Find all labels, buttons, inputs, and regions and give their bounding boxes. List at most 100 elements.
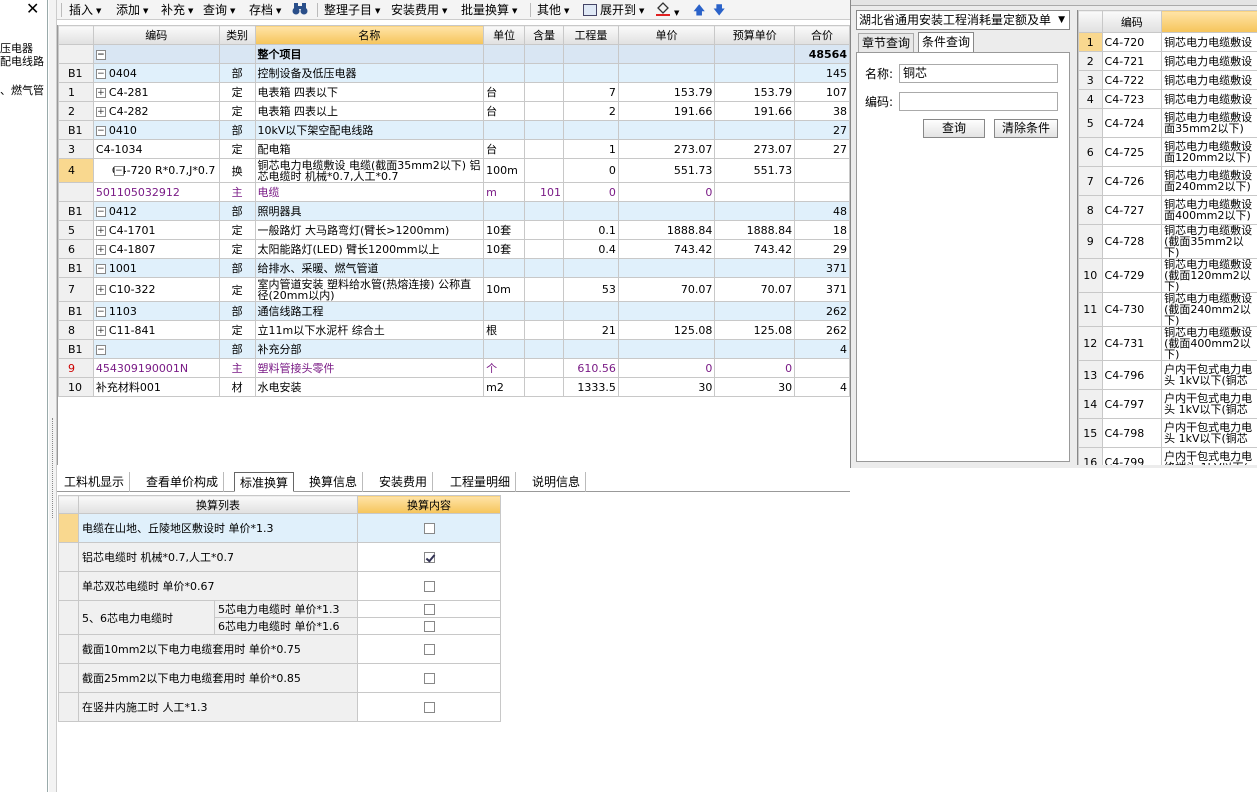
header-quota-name[interactable]: [1161, 10, 1257, 33]
table-row[interactable]: 3 C4-1034 定配电箱台 1 273.07 273.07 27: [58, 139, 850, 159]
quota-row[interactable]: 3 C4-722 铜芯电力电缆敷设: [1078, 70, 1257, 90]
table-row[interactable]: 8 + C11-841 定立11m以下水泥杆 综合土根 21 125.08 125.0…: [58, 320, 850, 340]
quota-library-select[interactable]: 湖北省通用安装工程消耗量定额及单 ▼: [856, 10, 1070, 30]
table-row-total[interactable]: − 整个项目 48564: [58, 44, 850, 64]
conversion-row[interactable]: 截面25mm2以下电力电缆套用时 单价*0.85: [58, 663, 501, 693]
collapse-icon[interactable]: −: [113, 166, 124, 176]
collapse-icon[interactable]: −: [95, 263, 106, 274]
other-button[interactable]: 其他 ▼: [537, 2, 569, 18]
tab-labor-material[interactable]: 工料机显示: [59, 472, 131, 492]
binoculars-icon[interactable]: [292, 2, 308, 18]
organize-subitems-button[interactable]: 整理子目 ▼: [324, 2, 380, 18]
header-quantity[interactable]: 工程量: [563, 25, 619, 45]
quota-row[interactable]: 8 C4-727 铜芯电力电缆敷设 面400mm2以下): [1078, 195, 1257, 225]
table-row[interactable]: B1 − 部补充分部 4: [58, 339, 850, 359]
quota-row[interactable]: 6 C4-725 铜芯电力电缆敷设 面120mm2以下): [1078, 137, 1257, 167]
table-row[interactable]: 6 + C4-1807 定太阳能路灯(LED) 臂长1200mm以上 10套 0.4…: [58, 239, 850, 259]
quota-row[interactable]: 7 C4-726 铜芯电力电缆敷设 面240mm2以下): [1078, 166, 1257, 196]
quota-row[interactable]: 16C4-799户内干包式电力电 终端头 1kV以下(: [1078, 447, 1257, 465]
header-budget-price[interactable]: 预算单价: [714, 25, 796, 45]
table-row[interactable]: 2 + C4-282 定电表箱 四表以上台 2 191.66 191.66 38: [58, 101, 850, 121]
quota-row[interactable]: 14 C4-797 户内干包式电力电 头 1kV以下(铜芯: [1078, 389, 1257, 419]
header-code[interactable]: 编码: [92, 25, 220, 45]
collapse-icon[interactable]: −: [95, 344, 106, 355]
code-input[interactable]: [899, 92, 1058, 111]
expand-to-button[interactable]: 展开到 ▼: [583, 2, 644, 18]
close-icon[interactable]: ✕: [26, 0, 39, 18]
table-row[interactable]: 501105032912 主电缆 m 101 00: [58, 182, 850, 202]
quota-row[interactable]: 5 C4-724 铜芯电力电缆敷设 面35mm2以下): [1078, 108, 1257, 138]
conversion-row[interactable]: 铝芯电缆时 机械*0.7,人工*0.7: [58, 542, 501, 572]
move-down-icon[interactable]: 🡇: [713, 2, 725, 18]
expand-icon[interactable]: +: [95, 225, 106, 236]
expand-icon[interactable]: +: [95, 106, 106, 117]
table-row[interactable]: 1 + C4-281 定电表箱 四表以下台 7 153.79 153.79 107: [58, 82, 850, 102]
conversion-checkbox[interactable]: [423, 523, 435, 534]
move-up-icon[interactable]: 🡅: [693, 2, 705, 18]
header-content[interactable]: 含量: [524, 25, 564, 45]
collapse-icon[interactable]: −: [95, 68, 106, 79]
name-input[interactable]: 铜芯: [899, 64, 1058, 83]
table-row[interactable]: 5 + C4-1701 定一般路灯 大马路弯灯(臂长>1200mm) 10套 0.1…: [58, 220, 850, 240]
conversion-row[interactable]: 电缆在山地、丘陵地区敷设时 单价*1.3: [58, 513, 501, 543]
tab-chapter-query[interactable]: 章节查询: [858, 33, 915, 52]
pane-splitter[interactable]: [49, 0, 57, 792]
expand-icon[interactable]: +: [95, 87, 106, 98]
table-row[interactable]: B1 −0404 部控制设备及低压电器 145: [58, 63, 850, 83]
header-unit-price[interactable]: 单价: [617, 25, 716, 45]
table-row[interactable]: 10 补充材料001 材水电安装 m2 1333.5 30 30 4: [58, 377, 850, 397]
expand-icon[interactable]: +: [95, 325, 106, 336]
supplement-button[interactable]: 补充 ▼: [161, 2, 193, 18]
expand-icon[interactable]: +: [95, 285, 106, 295]
header-unit[interactable]: 单位: [483, 25, 526, 45]
add-button[interactable]: 添加 ▼: [116, 2, 148, 18]
query-button[interactable]: 查询 ▼: [203, 2, 235, 18]
tab-unit-price-composition[interactable]: 查看单价构成: [141, 472, 225, 492]
insert-button[interactable]: 插入 ▼: [69, 2, 101, 18]
table-row[interactable]: B1 −1001 部给排水、采暖、燃气管道 371: [58, 258, 850, 278]
header-quota-code[interactable]: 编码: [1101, 10, 1163, 33]
quota-row[interactable]: 12 C4-731 铜芯电力电缆敷设 (截面400mm2以下): [1078, 326, 1257, 361]
quota-row[interactable]: 10 C4-729 铜芯电力电缆敷设 (截面120mm2以下): [1078, 258, 1257, 293]
header-total[interactable]: 合价: [794, 25, 850, 45]
conversion-row[interactable]: 截面10mm2以下电力电缆套用时 单价*0.75: [58, 634, 501, 664]
quota-row[interactable]: 13 C4-796 户内干包式电力电 头 1kV以下(铜芯: [1078, 360, 1257, 390]
collapse-icon[interactable]: −: [95, 49, 106, 60]
tab-condition-query[interactable]: 条件查询: [918, 32, 975, 52]
conversion-checkbox-checked[interactable]: [423, 552, 435, 563]
collapse-icon[interactable]: −: [95, 306, 106, 317]
conversion-row[interactable]: 在竖井内施工时 人工*1.3: [58, 692, 501, 722]
conversion-checkbox[interactable]: [423, 604, 435, 615]
quota-row-selected[interactable]: 1 C4-720 铜芯电力电缆敷设: [1078, 32, 1257, 52]
paint-bucket-icon[interactable]: ▼: [655, 2, 679, 18]
quota-row[interactable]: 2 C4-721 铜芯电力电缆敷设: [1078, 51, 1257, 71]
conversion-checkbox[interactable]: [423, 621, 435, 632]
archive-button[interactable]: 存档 ▼: [249, 2, 281, 18]
conversion-checkbox[interactable]: [423, 673, 435, 684]
conversion-row[interactable]: 5、6芯电力电缆时 5芯电力电缆时 单价*1.3: [58, 600, 501, 635]
quota-row[interactable]: 15 C4-798 户内干包式电力电 头 1kV以下(铜芯: [1078, 418, 1257, 448]
tab-description[interactable]: 说明信息: [527, 472, 587, 492]
tab-quantity-detail[interactable]: 工程量明细: [445, 472, 517, 492]
expand-icon[interactable]: +: [95, 244, 106, 255]
quota-row[interactable]: 4 C4-723 铜芯电力电缆敷设: [1078, 89, 1257, 109]
table-row[interactable]: B1 −1103 部通信线路工程 262: [58, 301, 850, 321]
quota-row[interactable]: 9 C4-728 铜芯电力电缆敷设 (截面35mm2以下): [1078, 224, 1257, 259]
quota-row[interactable]: 11 C4-730 铜芯电力电缆敷设 (截面240mm2以下): [1078, 292, 1257, 327]
tab-standard-conversion[interactable]: 标准换算: [234, 472, 295, 492]
conversion-checkbox[interactable]: [423, 581, 435, 592]
conversion-row[interactable]: 单芯双芯电缆时 单价*0.67: [58, 571, 501, 601]
conversion-checkbox[interactable]: [423, 702, 435, 713]
tab-install-fee[interactable]: 安装费用: [374, 472, 434, 492]
table-row[interactable]: 9 454309190001N 主塑料管接头零件个 610.56 0 0: [58, 358, 850, 378]
tree-item[interactable]: 配电线路: [0, 53, 44, 69]
query-button[interactable]: 查询: [923, 119, 985, 138]
collapse-icon[interactable]: −: [95, 125, 106, 136]
tab-conversion-info[interactable]: 换算信息: [304, 472, 364, 492]
clear-conditions-button[interactable]: 清除条件: [994, 119, 1058, 138]
table-row[interactable]: B1 −0410 部 10kV以下架空配电线路 27: [58, 120, 850, 140]
table-row[interactable]: 7 + C10-322 定室内管道安装 塑料给水管(热熔连接) 公称直径(20mm…: [58, 277, 850, 302]
tree-item[interactable]: 、燃气管: [0, 82, 44, 98]
header-category[interactable]: 类别: [218, 25, 256, 45]
conversion-checkbox[interactable]: [423, 644, 435, 655]
